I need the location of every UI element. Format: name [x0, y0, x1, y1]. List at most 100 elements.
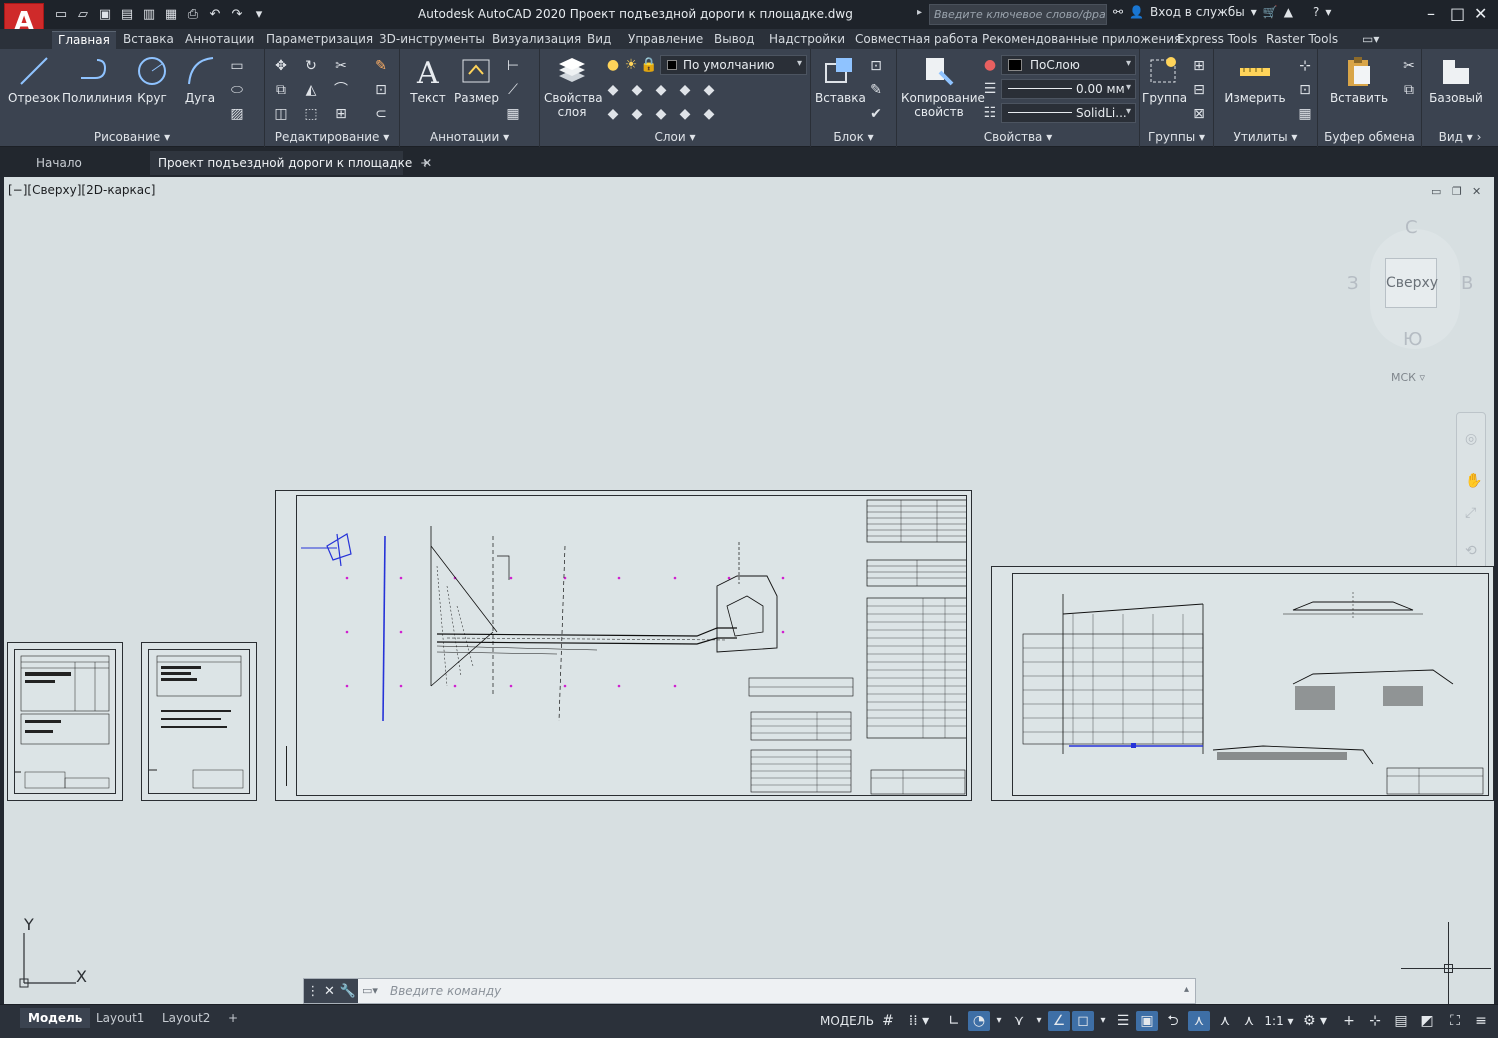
- stretch-icon[interactable]: ◫: [272, 105, 290, 123]
- layer-tool-5-icon[interactable]: ◆: [700, 81, 718, 99]
- layout-tab-layout2[interactable]: Layout2: [154, 1008, 218, 1028]
- binoculars-icon[interactable]: ⚯: [1113, 5, 1123, 19]
- annotation-scale-icon[interactable]: ⋏: [1238, 1011, 1260, 1031]
- tab-3d-tools[interactable]: 3D-инструменты: [373, 31, 491, 49]
- panel-properties-label[interactable]: Свойства ▾: [897, 130, 1139, 144]
- quick-select-icon[interactable]: ⊹: [1296, 57, 1314, 75]
- tab-parametric[interactable]: Параметризация: [260, 31, 379, 49]
- units-icon[interactable]: ⊹: [1364, 1011, 1386, 1031]
- viewport-close-icon[interactable]: ✕: [1472, 185, 1481, 198]
- mirror-icon[interactable]: ◭: [302, 81, 320, 99]
- trim-icon[interactable]: ✂: [332, 57, 350, 75]
- layout-tab-model[interactable]: Модель: [20, 1008, 91, 1028]
- fillet-icon[interactable]: ⌒: [332, 81, 350, 99]
- tab-featured-apps[interactable]: Рекомендованные приложения: [976, 31, 1187, 49]
- close-button[interactable]: ✕: [1474, 4, 1487, 23]
- start-tab[interactable]: Начало: [28, 151, 90, 175]
- search-input[interactable]: Введите ключевое слово/фразу: [929, 4, 1107, 25]
- layer-on-icon[interactable]: ●: [604, 56, 622, 74]
- help-dropdown-icon[interactable]: ▾: [1325, 5, 1331, 19]
- layer-tool-1-icon[interactable]: ◆: [604, 81, 622, 99]
- polyline-button[interactable]: Полилиния: [62, 54, 132, 105]
- group-select-icon[interactable]: ⊠: [1190, 105, 1208, 123]
- move-icon[interactable]: ✥: [272, 57, 290, 75]
- tab-express-tools[interactable]: Express Tools: [1171, 31, 1263, 49]
- viewcube-north[interactable]: С: [1405, 217, 1418, 238]
- tab-manage[interactable]: Управление: [622, 31, 709, 49]
- dimension-button[interactable]: Размер: [454, 54, 499, 105]
- drawing-sheet-1[interactable]: [7, 642, 123, 801]
- explode-icon[interactable]: ⊡: [372, 81, 390, 99]
- linear-dim-icon[interactable]: ⊢: [504, 57, 522, 75]
- viewport-restore-icon[interactable]: ❐: [1452, 185, 1462, 198]
- panel-block-label[interactable]: Блок ▾: [811, 130, 896, 144]
- layer-tool-2-icon[interactable]: ◆: [628, 81, 646, 99]
- panel-utilities-label[interactable]: Утилиты ▾: [1214, 130, 1317, 144]
- minimize-button[interactable]: –: [1427, 4, 1435, 23]
- undo-icon[interactable]: ↶: [206, 5, 224, 23]
- color-wheel-icon[interactable]: ●: [981, 56, 999, 74]
- circle-button[interactable]: Круг: [132, 54, 172, 105]
- viewcube-west[interactable]: З: [1347, 273, 1359, 294]
- hatch-icon[interactable]: ▨: [228, 105, 246, 123]
- signin-button[interactable]: Вход в службы: [1150, 5, 1245, 19]
- panel-layers-label[interactable]: Слои ▾: [540, 130, 810, 144]
- layer-tool-7-icon[interactable]: ◆: [628, 105, 646, 123]
- drawing-tab[interactable]: Проект подъездной дороги к площадке ✕: [150, 151, 432, 175]
- save-as-icon[interactable]: ▤: [118, 5, 136, 23]
- text-button[interactable]: A Текст: [408, 54, 448, 105]
- ribbon-minimize-icon[interactable]: ▭▾: [1356, 31, 1385, 49]
- rotate-icon[interactable]: ↻: [302, 57, 320, 75]
- redo-icon[interactable]: ↷: [228, 5, 246, 23]
- group-button[interactable]: Группа: [1142, 54, 1187, 105]
- layer-tool-3-icon[interactable]: ◆: [652, 81, 670, 99]
- line-button[interactable]: Отрезок: [8, 54, 60, 105]
- ungroup-icon[interactable]: ⊞: [1190, 57, 1208, 75]
- tab-raster-tools[interactable]: Raster Tools: [1260, 31, 1344, 49]
- layout-tab-layout1[interactable]: Layout1: [88, 1008, 152, 1028]
- new-tab-button[interactable]: +: [412, 151, 438, 175]
- panel-modify-label[interactable]: Редактирование ▾: [265, 130, 399, 144]
- rectangle-icon[interactable]: ▭: [228, 57, 246, 75]
- lineweight-dropdown[interactable]: 0.00 мм: [1001, 79, 1136, 99]
- help-icon[interactable]: ?: [1313, 5, 1319, 19]
- auto-scale-icon[interactable]: ⋏: [1214, 1011, 1236, 1031]
- layer-dropdown[interactable]: По умолчанию: [660, 55, 807, 75]
- object-snap-icon[interactable]: ◻: [1072, 1011, 1094, 1031]
- group-edit-icon[interactable]: ⊟: [1190, 81, 1208, 99]
- pan-icon[interactable]: ✋: [1465, 473, 1482, 489]
- viewcube-east[interactable]: В: [1461, 273, 1473, 294]
- lineweight-toggle-icon[interactable]: ☰: [1112, 1011, 1134, 1031]
- layer-properties-button[interactable]: Свойства слоя: [544, 54, 603, 119]
- maximize-button[interactable]: □: [1450, 4, 1465, 23]
- new-icon[interactable]: ▭: [52, 5, 70, 23]
- select-all-icon[interactable]: ⊡: [1296, 81, 1314, 99]
- command-customize-icon[interactable]: 🔧: [339, 984, 355, 999]
- dropdown-icon[interactable]: ▾: [1251, 5, 1257, 19]
- tab-collaborate[interactable]: Совместная работа: [849, 31, 984, 49]
- search-expand-icon[interactable]: ▸: [917, 7, 922, 18]
- color-dropdown[interactable]: ПоСлою: [1001, 55, 1136, 75]
- save-icon[interactable]: ▣: [96, 5, 114, 23]
- linetype-dropdown[interactable]: SolidLi...: [1001, 103, 1136, 123]
- user-icon[interactable]: 👤: [1129, 5, 1144, 19]
- ortho-icon[interactable]: ∟: [944, 1011, 964, 1031]
- scale-icon[interactable]: ⬚: [302, 105, 320, 123]
- orbit-icon[interactable]: ⟲: [1465, 543, 1477, 559]
- model-space-button[interactable]: МОДЕЛЬ: [820, 1011, 874, 1031]
- match-properties-button[interactable]: Копирование свойств: [901, 54, 985, 119]
- drawing-sheet-plan[interactable]: [275, 490, 972, 801]
- layer-tool-10-icon[interactable]: ◆: [700, 105, 718, 123]
- command-input[interactable]: Введите команду: [390, 984, 501, 998]
- isodraft-icon[interactable]: ⋎: [1008, 1011, 1030, 1031]
- steering-wheel-icon[interactable]: ◎: [1465, 431, 1477, 447]
- panel-annotation-label[interactable]: Аннотации ▾: [400, 130, 539, 144]
- drawing-area[interactable]: [−][Сверху][2D-каркас] ▭ ❐ ✕ С З В Ю Све…: [4, 177, 1494, 1004]
- save-web-icon[interactable]: ▦: [162, 5, 180, 23]
- ucs-dropdown[interactable]: МСК ▿: [1391, 371, 1425, 384]
- print-icon[interactable]: ⎙: [184, 5, 202, 23]
- customize-status-icon[interactable]: ≡: [1470, 1011, 1492, 1031]
- leader-icon[interactable]: ⟋: [504, 81, 522, 99]
- autodesk-a360-icon[interactable]: ▲: [1284, 5, 1293, 19]
- layer-lock-icon[interactable]: 🔒: [640, 56, 658, 74]
